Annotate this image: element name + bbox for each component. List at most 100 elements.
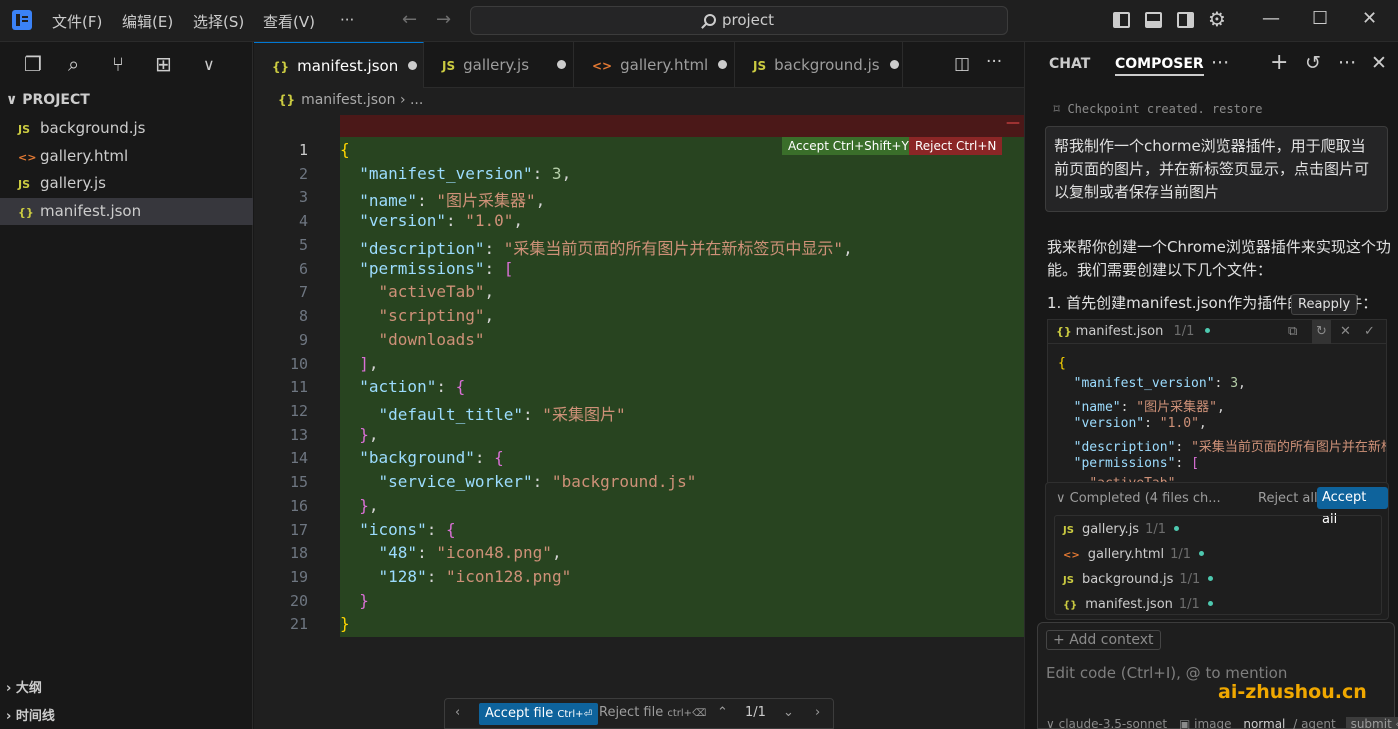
reject-all-button[interactable]: Reject all <box>1258 491 1318 506</box>
split-editor-icon[interactable]: ◫ <box>954 54 970 74</box>
reject-file-button[interactable]: Reject file ctrl+⌫ <box>599 705 706 720</box>
close-panel-icon[interactable]: ✕ <box>1371 52 1387 74</box>
code-line: "name": "图片采集器", <box>359 191 546 210</box>
line-number: 16 <box>289 497 308 515</box>
line-number: 12 <box>289 402 308 420</box>
prev-chevron-icon[interactable]: ‹ <box>455 705 460 720</box>
menu-selection[interactable]: 选择(S) <box>193 11 244 32</box>
unsaved-dot-icon[interactable] <box>557 60 567 69</box>
accept-file-button[interactable]: Accept file Ctrl+⏎ <box>479 703 598 725</box>
js-file-icon: JS <box>753 59 767 73</box>
tab-gallery-js[interactable]: JS gallery.js <box>424 42 574 88</box>
next-chevron-icon[interactable]: › <box>815 705 820 720</box>
history-icon[interactable]: ↺ <box>1305 52 1321 74</box>
chevron-down-icon[interactable]: ∨ <box>203 55 215 74</box>
unsaved-dot-icon[interactable] <box>889 60 899 69</box>
close-window-icon[interactable]: ✕ <box>1362 8 1377 29</box>
diff-deleted-line <box>340 115 1024 137</box>
line-number: 2 <box>298 165 308 183</box>
code-block-header: {} manifest.json 1/1 ⧉ ↻ ✕ ✓ <box>1048 320 1386 344</box>
reject-diff-button[interactable]: Reject Ctrl+N <box>909 137 1003 155</box>
line-number: 10 <box>289 355 308 373</box>
checkpoint-note[interactable]: ⌑ Checkpoint created. restore <box>1053 102 1263 116</box>
panel-more-icon[interactable]: ··· <box>1338 52 1356 74</box>
tab-manifest-json[interactable]: {} manifest.json <box>254 42 424 88</box>
tab-gallery-html[interactable]: <> gallery.html <box>574 42 735 88</box>
code-line: "background": { <box>359 448 504 467</box>
breadcrumb-file[interactable]: manifest.json <box>301 92 395 108</box>
model-selector[interactable]: ∨ claude-3.5-sonnet <box>1046 717 1167 729</box>
accept-diff-button[interactable]: Accept Ctrl+Shift+Y <box>782 137 915 155</box>
add-context-button[interactable]: + Add context <box>1046 630 1161 650</box>
maximize-icon[interactable]: ☐ <box>1312 8 1328 29</box>
reject-x-icon[interactable]: ✕ <box>1340 320 1351 344</box>
extensions-icon[interactable]: ⊞ <box>155 52 172 76</box>
js-file-icon: JS <box>18 178 31 191</box>
plus-icon: + <box>1053 632 1070 648</box>
reapply-icon[interactable]: ↻ <box>1312 320 1331 344</box>
toggle-secondary-sidebar-icon[interactable] <box>1177 12 1194 28</box>
composer-input-box: + Add context Edit code (Ctrl+I), @ to m… <box>1037 622 1398 729</box>
outline-section[interactable]: › 大纲 <box>6 677 42 696</box>
code-line: "default_title": "采集图片" <box>378 405 626 424</box>
more-icon[interactable]: ··· <box>1211 52 1229 74</box>
changed-file-item[interactable]: <> gallery.html 1/1 <box>1063 547 1205 562</box>
code-line: ], <box>359 354 379 373</box>
project-header[interactable]: ∨ PROJECT <box>6 92 90 108</box>
back-arrow-icon[interactable]: ← <box>402 9 417 30</box>
file-item-gallery-js[interactable]: JS gallery.js <box>0 170 253 197</box>
image-button[interactable]: ▣ image <box>1179 717 1232 729</box>
chevron-down-icon: ∨ <box>6 92 23 108</box>
json-file-icon: {} <box>272 60 290 74</box>
line-number: 11 <box>289 378 308 396</box>
code-line: "permissions": [ <box>359 259 514 278</box>
json-file-icon: {} <box>1063 600 1078 611</box>
settings-gear-icon[interactable]: ⚙ <box>1208 7 1226 31</box>
more-actions-icon[interactable]: ··· <box>986 52 1002 72</box>
breadcrumb-rest[interactable]: › ... <box>400 92 423 108</box>
accept-all-button[interactable]: Accept all <box>1317 487 1388 527</box>
copy-icon[interactable]: ⧉ <box>1288 320 1297 344</box>
status-dot-icon <box>1174 526 1180 531</box>
accept-check-icon[interactable]: ✓ <box>1364 320 1375 344</box>
json-file-icon: {} <box>278 93 296 107</box>
files-icon[interactable]: ❐ <box>24 52 42 76</box>
new-composer-plus-icon[interactable]: + <box>1270 50 1288 75</box>
tab-chat[interactable]: CHAT <box>1049 56 1090 72</box>
changed-file-item[interactable]: {} manifest.json 1/1 <box>1063 597 1213 612</box>
code-line: "action": { <box>359 377 466 396</box>
js-file-icon: JS <box>1063 575 1074 586</box>
minimize-icon[interactable]: — <box>1262 8 1280 29</box>
menu-more[interactable]: ··· <box>340 11 354 29</box>
source-control-icon[interactable]: ⑂ <box>112 52 124 76</box>
file-item-gallery-html[interactable]: <> gallery.html <box>0 143 253 170</box>
command-search[interactable]: project <box>470 6 1008 35</box>
completed-summary[interactable]: ∨ Completed (4 files ch... <box>1056 491 1221 506</box>
code-line: "activeTab", <box>378 282 495 301</box>
forward-arrow-icon[interactable]: → <box>436 9 451 30</box>
menu-view[interactable]: 查看(V) <box>263 11 315 32</box>
toggle-sidebar-icon[interactable] <box>1113 12 1130 28</box>
status-dot-icon <box>1199 551 1205 556</box>
chevron-up-icon[interactable]: ⌃ <box>717 705 728 720</box>
changed-file-item[interactable]: JS background.js 1/1 <box>1063 572 1214 587</box>
tab-composer[interactable]: COMPOSER <box>1115 56 1204 76</box>
composer-options: ∨ claude-3.5-sonnet ▣ image normal / age… <box>1046 717 1398 729</box>
menu-edit[interactable]: 编辑(E) <box>122 11 173 32</box>
submit-button[interactable]: submit ⏎ <box>1345 717 1398 729</box>
toggle-panel-icon[interactable] <box>1145 12 1162 28</box>
timeline-section[interactable]: › 时间线 <box>6 705 55 724</box>
unsaved-dot-icon[interactable] <box>408 61 418 70</box>
file-item-manifest-json[interactable]: {} manifest.json <box>0 198 253 225</box>
mode-normal[interactable]: normal <box>1243 717 1285 729</box>
unsaved-dot-icon[interactable] <box>718 60 728 69</box>
tab-background-js[interactable]: JS background.js <box>735 42 903 88</box>
mode-agent[interactable]: / agent <box>1293 717 1336 729</box>
changed-file-item[interactable]: JS gallery.js 1/1 <box>1063 522 1180 537</box>
search-view-icon[interactable]: ⌕ <box>68 52 79 76</box>
composer-input[interactable]: Edit code (Ctrl+I), @ to mention <box>1046 664 1287 682</box>
menu-file[interactable]: 文件(F) <box>52 11 102 32</box>
file-item-background-js[interactable]: JS background.js <box>0 115 253 142</box>
line-number: 21 <box>289 615 308 633</box>
chevron-down-icon[interactable]: ⌄ <box>783 705 794 720</box>
